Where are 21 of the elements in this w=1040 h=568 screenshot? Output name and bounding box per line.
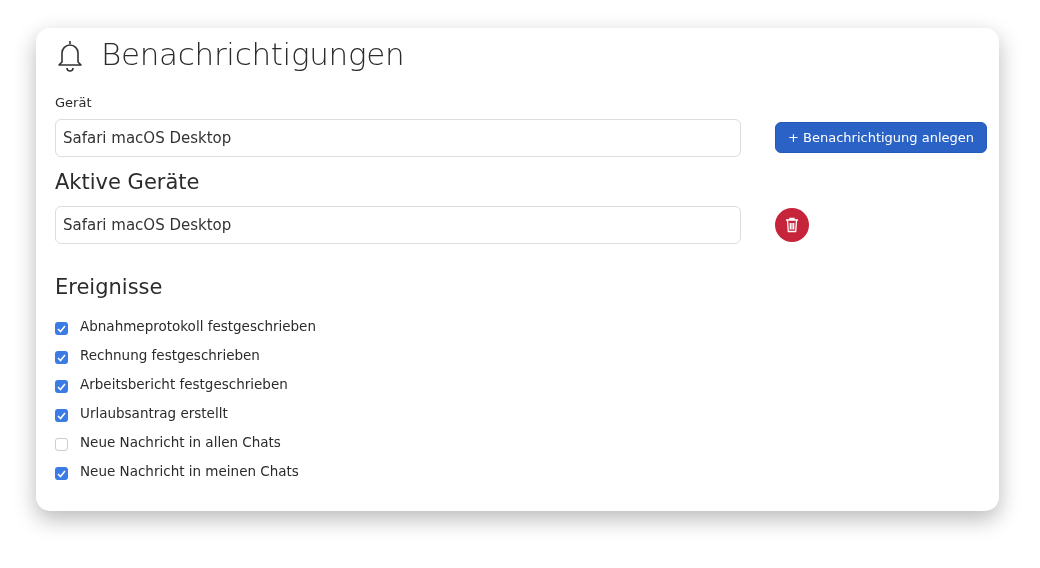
checkbox-label: Neue Nachricht in allen Chats [80, 433, 281, 453]
field-label: Gerät [55, 94, 93, 113]
checkbox-label: Neue Nachricht in meinen Chats [80, 462, 299, 482]
add-notification-button[interactable]: + Benachrichtigung anlegen [775, 121, 987, 154]
device-field[interactable]: Safari macOS Desktop [55, 206, 741, 245]
checkbox[interactable] [55, 409, 68, 423]
checkbox[interactable] [55, 438, 68, 452]
checkbox[interactable] [55, 380, 68, 394]
section-heading: Ereignisse [55, 274, 164, 302]
checkbox[interactable] [55, 351, 68, 365]
checkbox[interactable] [55, 467, 68, 481]
trash-icon [785, 217, 799, 234]
page-title: Benachrichtigungen [101, 36, 405, 74]
device-field[interactable]: Safari macOS Desktop [55, 118, 741, 157]
checkbox-label: Arbeitsbericht festgeschrieben [80, 375, 288, 395]
section-heading: Aktive Geräte [55, 168, 201, 196]
delete-button[interactable] [775, 208, 809, 243]
checkbox-label: Urlaubsantrag erstellt [80, 404, 228, 424]
checkbox-label: Rechnung festgeschrieben [80, 346, 260, 366]
checkbox[interactable] [55, 322, 68, 336]
checkbox-label: Abnahmeprotokoll festgeschrieben [80, 317, 316, 337]
